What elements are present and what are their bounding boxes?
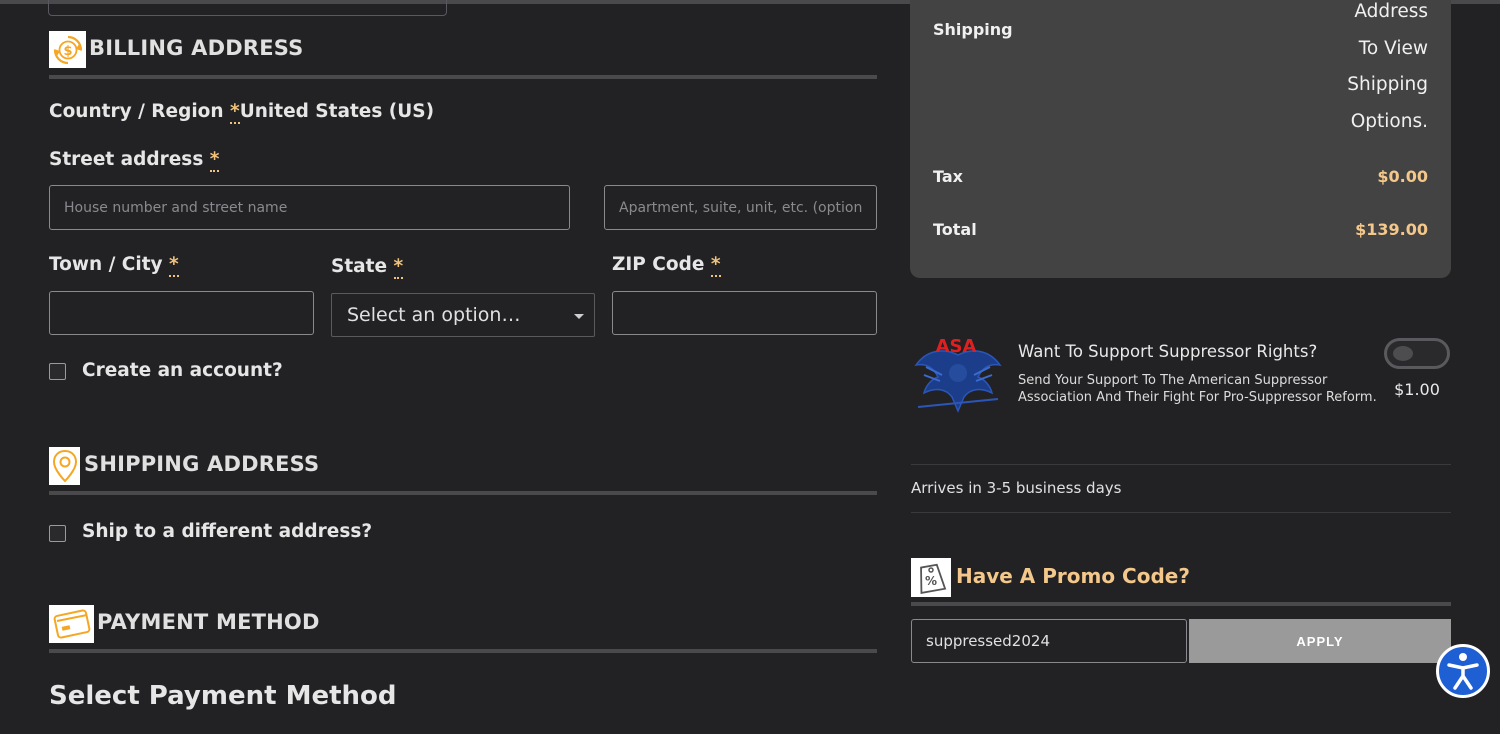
country-row: Country / Region *United States (US) (49, 101, 435, 124)
required-asterisk: * (169, 254, 179, 277)
accessibility-icon (1447, 653, 1479, 690)
state-label: State * (331, 256, 404, 279)
svg-text:$: $ (63, 44, 72, 59)
caret-down-icon (574, 314, 584, 319)
shipping-divider (49, 491, 877, 495)
city-input[interactable] (49, 291, 314, 335)
billing-address-heading: BILLING ADDRESS (89, 36, 304, 60)
discount-tag-icon: % (911, 558, 951, 597)
shipping-message-line: Options. (1350, 110, 1428, 132)
payment-method-heading: PAYMENT METHOD (97, 610, 320, 634)
dollar-refresh-icon: $ (49, 31, 86, 68)
payment-divider (49, 649, 877, 653)
required-asterisk: * (710, 254, 721, 277)
required-asterisk: * (393, 256, 404, 279)
asa-logo-text: ASA (936, 336, 977, 357)
shipping-message-line: To View (1358, 37, 1428, 59)
asa-eagle-logo: ASA (912, 325, 1004, 417)
donation-toggle[interactable] (1384, 338, 1450, 369)
apartment-input[interactable] (604, 185, 877, 230)
apply-promo-button[interactable]: APPLY (1189, 619, 1451, 663)
previous-field-edge (48, 0, 447, 16)
country-value: United States (US) (239, 101, 435, 122)
country-label: Country / Region (49, 101, 224, 122)
donation-description-line: Association And Their Fight For Pro-Supp… (1018, 390, 1377, 405)
ship-different-label[interactable]: Ship to a different address? (82, 521, 372, 542)
state-select-value: Select an option… (347, 304, 521, 326)
toggle-knob (1393, 346, 1413, 361)
city-label-text: Town / City (49, 254, 163, 275)
total-value: $139.00 (1355, 220, 1428, 239)
tax-value: $0.00 (1377, 167, 1428, 186)
shipping-message-line: Address (1354, 1, 1428, 22)
zip-label-text: ZIP Code (612, 254, 705, 275)
donation-amount: $1.00 (1394, 380, 1440, 399)
street-address-input[interactable] (49, 185, 570, 230)
select-payment-method-title: Select Payment Method (49, 681, 397, 711)
donation-title: Want To Support Suppressor Rights? (1018, 342, 1318, 361)
shipping-message: Address To View Shipping Options. (1228, 0, 1428, 140)
credit-card-icon (49, 605, 94, 643)
shipping-message-line: Shipping (1347, 74, 1428, 95)
shipping-address-heading: SHIPPING ADDRESS (84, 452, 320, 476)
divider (911, 464, 1451, 465)
billing-divider (49, 75, 877, 79)
street-address-label: Street address * (49, 149, 220, 172)
delivery-estimate: Arrives in 3-5 business days (911, 479, 1122, 497)
donation-description: Send Your Support To The American Suppre… (1018, 372, 1377, 406)
promo-code-heading: Have A Promo Code? (956, 564, 1190, 588)
zip-input[interactable] (612, 291, 877, 335)
total-label: Total (933, 220, 977, 239)
donation-description-line: Send Your Support To The American Suppre… (1018, 373, 1328, 388)
city-label: Town / City * (49, 254, 179, 277)
location-pin-icon (49, 447, 80, 485)
create-account-label[interactable]: Create an account? (82, 360, 283, 381)
promo-code-input[interactable] (911, 619, 1187, 663)
accessibility-button[interactable] (1436, 644, 1490, 698)
create-account-checkbox[interactable] (49, 363, 66, 380)
divider (911, 512, 1451, 513)
shipping-label: Shipping (933, 20, 1013, 39)
required-asterisk: * (209, 149, 220, 172)
required-asterisk: * (230, 101, 240, 124)
ship-different-checkbox[interactable] (49, 525, 66, 542)
zip-label: ZIP Code * (612, 254, 721, 277)
svg-text:%: % (925, 574, 937, 588)
state-label-text: State (331, 256, 388, 277)
street-address-label-text: Street address (49, 149, 204, 170)
state-select[interactable]: Select an option… (331, 293, 595, 337)
tax-label: Tax (933, 167, 963, 186)
promo-divider (911, 602, 1451, 606)
